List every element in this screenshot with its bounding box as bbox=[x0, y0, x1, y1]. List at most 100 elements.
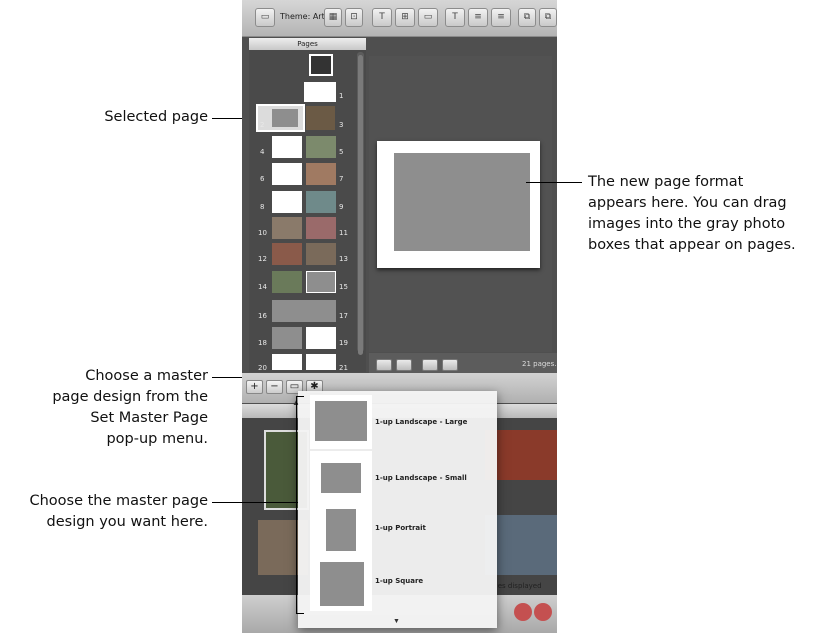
pages-header: Pages bbox=[249, 38, 366, 50]
callout-text: Set Master Page bbox=[90, 410, 208, 426]
page-thumb-11[interactable] bbox=[306, 217, 336, 239]
page-number: 9 bbox=[339, 203, 344, 211]
layout-button-1[interactable]: ▦ bbox=[324, 8, 342, 27]
page-thumb-21[interactable] bbox=[306, 354, 336, 370]
page-number: 4 bbox=[260, 148, 265, 156]
page-thumb-cover[interactable] bbox=[309, 54, 333, 76]
page-thumb-6[interactable] bbox=[272, 163, 302, 185]
page-number: 12 bbox=[258, 255, 267, 263]
group-button-1[interactable]: ⧉ bbox=[518, 8, 536, 27]
page-thumb-16-17[interactable] bbox=[272, 300, 336, 322]
callout-text: Selected page bbox=[104, 109, 208, 125]
view-button-4[interactable] bbox=[442, 359, 458, 371]
page-number: 2 bbox=[260, 121, 265, 129]
photo-box bbox=[321, 463, 361, 493]
page-number: 17 bbox=[339, 312, 348, 320]
master-item-landscape-large[interactable]: 1-up Landscape - Large bbox=[298, 393, 497, 453]
master-item-landscape-small[interactable]: 1-up Landscape - Small bbox=[298, 449, 497, 509]
page-number: 19 bbox=[339, 339, 348, 347]
add-page-button[interactable]: + bbox=[246, 380, 263, 394]
page-thumb-20[interactable] bbox=[272, 354, 302, 370]
current-page-preview[interactable] bbox=[377, 141, 540, 268]
page-number: 1 bbox=[339, 92, 344, 100]
page-thumb-10[interactable] bbox=[272, 217, 302, 239]
master-thumb bbox=[310, 557, 372, 611]
view-button-3[interactable] bbox=[422, 359, 438, 371]
callout-selected-page: Selected page bbox=[80, 107, 208, 128]
page-thumb-19[interactable] bbox=[306, 327, 336, 349]
page-thumb-13[interactable] bbox=[306, 243, 336, 265]
page-thumb-8[interactable] bbox=[272, 191, 302, 213]
page-thumb-4[interactable] bbox=[272, 136, 302, 158]
image-button[interactable]: ▭ bbox=[418, 8, 438, 27]
frame-button[interactable]: ⊞ bbox=[395, 8, 415, 27]
photo-box bbox=[320, 562, 364, 606]
page-number: 15 bbox=[339, 283, 348, 291]
callout-text: The new page format bbox=[588, 174, 744, 190]
page-number: 16 bbox=[258, 312, 267, 320]
callout-text: boxes that appear on pages. bbox=[588, 237, 796, 253]
master-thumb bbox=[310, 395, 372, 449]
page-number: 10 bbox=[258, 229, 267, 237]
callout-text: page design from the bbox=[52, 389, 208, 405]
text-size-button[interactable]: T bbox=[445, 8, 465, 27]
play-circle-icon[interactable] bbox=[534, 603, 552, 621]
master-item-label: 1-up Landscape - Small bbox=[375, 474, 467, 482]
bracket-line-v bbox=[296, 396, 297, 614]
page-number: 21 bbox=[339, 364, 348, 372]
arrange-button[interactable]: ≡ bbox=[491, 8, 511, 27]
page-number: 5 bbox=[339, 148, 344, 156]
page-thumb-18[interactable] bbox=[272, 327, 302, 349]
callout-text: appears here. You can drag bbox=[588, 195, 787, 211]
page-number: 13 bbox=[339, 255, 348, 263]
bracket-line-top bbox=[296, 396, 304, 397]
page-thumb-7[interactable] bbox=[306, 163, 336, 185]
photo-box[interactable] bbox=[394, 153, 530, 251]
page-number: 7 bbox=[339, 175, 344, 183]
page-thumb-3[interactable] bbox=[306, 106, 335, 130]
pages-scrollbar-thumb[interactable] bbox=[358, 55, 363, 355]
callout-choose-master: Choose a master page design from the Set… bbox=[40, 366, 208, 450]
page-number: 18 bbox=[258, 339, 267, 347]
view-button-1[interactable] bbox=[376, 359, 392, 371]
layout-button-2[interactable]: ⊡ bbox=[345, 8, 363, 27]
page-thumb-2[interactable] bbox=[272, 109, 298, 127]
callout-choose-design: Choose the master page design you want h… bbox=[0, 491, 208, 533]
page-thumb-9[interactable] bbox=[306, 191, 336, 213]
page-number: 8 bbox=[260, 203, 265, 211]
close-circle-icon[interactable] bbox=[514, 603, 532, 621]
callout-new-format: The new page format appears here. You ca… bbox=[588, 172, 820, 256]
callout-text: design you want here. bbox=[46, 514, 208, 530]
page-thumb-14[interactable] bbox=[272, 271, 302, 293]
page-count: 21 pages. bbox=[522, 360, 557, 368]
text-style-button[interactable]: T bbox=[372, 8, 392, 27]
page-number: 6 bbox=[260, 175, 265, 183]
master-item-square[interactable]: 1-up Square bbox=[298, 555, 497, 615]
theme-button[interactable]: ▭ bbox=[255, 8, 275, 27]
page-thumb-15[interactable] bbox=[306, 271, 336, 293]
leader-line-design bbox=[212, 502, 298, 503]
master-thumb bbox=[310, 503, 372, 557]
callout-text: Choose a master bbox=[85, 368, 208, 384]
master-thumb bbox=[310, 451, 372, 505]
callout-text: images into the gray photo bbox=[588, 216, 786, 232]
page-thumb-5[interactable] bbox=[306, 136, 336, 158]
callout-text: Choose the master page bbox=[29, 493, 208, 509]
master-item-label: 1-up Portrait bbox=[375, 524, 426, 532]
page-thumb-1[interactable] bbox=[304, 82, 336, 102]
photo-box bbox=[315, 401, 367, 441]
page-number: 11 bbox=[339, 229, 348, 237]
page-thumb-12[interactable] bbox=[272, 243, 302, 265]
view-button-2[interactable] bbox=[396, 359, 412, 371]
bracket-line-bottom bbox=[296, 613, 304, 614]
page-number: 14 bbox=[258, 283, 267, 291]
photo-box bbox=[326, 509, 356, 551]
remove-page-button[interactable]: − bbox=[266, 380, 283, 394]
master-item-portrait[interactable]: 1-up Portrait bbox=[298, 501, 497, 561]
page-number: 20 bbox=[258, 364, 267, 372]
master-item-label: 1-up Landscape - Large bbox=[375, 418, 468, 426]
align-button[interactable]: ≡ bbox=[468, 8, 488, 27]
page-number: 3 bbox=[339, 121, 344, 129]
group-button-2[interactable]: ⧉ bbox=[539, 8, 557, 27]
scroll-down-icon: ▼ bbox=[393, 618, 400, 625]
